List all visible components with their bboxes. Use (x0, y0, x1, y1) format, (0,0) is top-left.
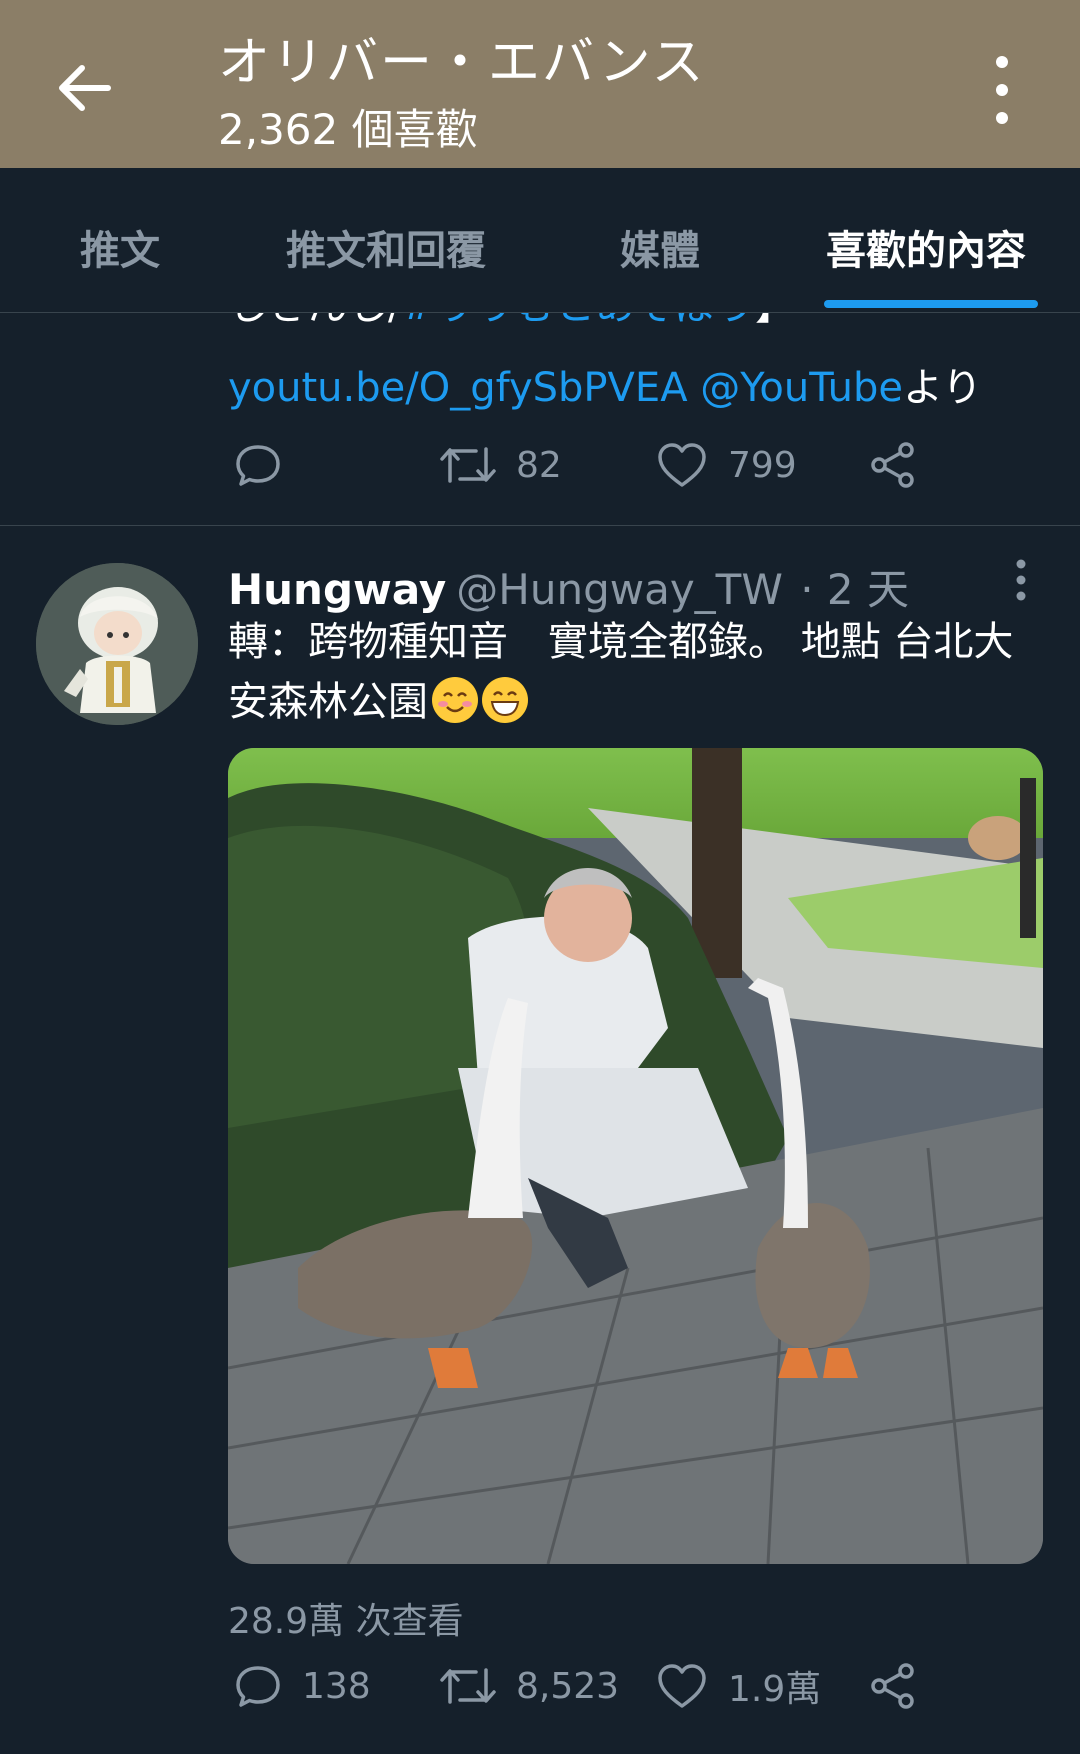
retweet-button[interactable]: 8,523 (440, 1656, 619, 1716)
share-icon (871, 1663, 914, 1709)
tweet-actions: 138 8,523 1.9萬 (228, 1656, 1028, 1716)
reply-icon (236, 1666, 280, 1707)
retweet-button[interactable]: 82 (440, 435, 562, 495)
profile-tabs: 推文 推文和回覆 媒體 喜歡的內容 (0, 168, 1080, 313)
retweet-icon (440, 447, 496, 483)
heart-icon (658, 443, 706, 487)
youtube-url-link[interactable]: youtu.be/O_gfySbPVEA (228, 365, 688, 411)
profile-name: オリバー・エバンス (218, 33, 706, 93)
author-handle[interactable]: @Hungway_TW (456, 565, 783, 614)
reply-count: 138 (302, 1665, 371, 1707)
retweet-count: 8,523 (516, 1665, 620, 1707)
author-name[interactable]: Hungway (228, 565, 446, 614)
smiling-face-emoji-icon (432, 677, 478, 723)
tweet-text-fragment: しさんし/ (228, 313, 401, 329)
tweet-text-suffix: より (902, 365, 983, 411)
tweet-video-media[interactable] (228, 748, 1043, 1564)
tweet-text: youtu.be/O_gfySbPVEA @YouTubeより (228, 355, 982, 413)
reply-icon (236, 445, 280, 486)
likes-count: 2,362 個喜歡 (218, 105, 478, 154)
tweet-divider (0, 525, 1080, 526)
retweet-count: 82 (516, 444, 562, 486)
tweet-card[interactable]: しさんし/#りりむとあそぼう】 youtu.be/O_gfySbPVEA @Yo… (0, 313, 1080, 525)
tweet-more-icon[interactable] (1006, 558, 1036, 602)
active-tab-indicator (824, 300, 1038, 308)
mention-link[interactable]: @YouTube (700, 365, 903, 411)
heart-icon (658, 1664, 706, 1708)
tweet-header: Hungway @Hungway_TW · 2 天 (228, 556, 909, 617)
tweet-text: 轉：跨物種知音 實境全都錄。 地點 台北大安森林公園 (228, 619, 1014, 725)
tweet-body: 轉：跨物種知音 實境全都錄。 地點 台北大安森林公園 (228, 612, 1028, 732)
share-button[interactable] (868, 435, 918, 495)
geese-video-frame-image (228, 748, 1043, 1564)
tweet-time: · 2 天 (800, 565, 909, 614)
tab-media[interactable]: 媒體 (620, 218, 700, 276)
retweet-icon (440, 1668, 496, 1704)
reply-button[interactable] (234, 435, 302, 495)
tab-likes[interactable]: 喜歡的內容 (826, 218, 1026, 276)
tab-tweets-and-replies[interactable]: 推文和回覆 (286, 218, 486, 276)
share-icon (871, 442, 914, 488)
avatar-figure-image (36, 563, 198, 725)
back-arrow-icon[interactable] (52, 56, 116, 120)
share-button[interactable] (868, 1656, 918, 1716)
like-button[interactable]: 799 (656, 435, 797, 495)
more-vertical-icon[interactable] (978, 52, 1026, 128)
tweet-text-cutoff: しさんし/#りりむとあそぼう】 (228, 313, 795, 331)
like-count: 799 (728, 444, 797, 486)
tweet-text-bracket: 】 (755, 313, 795, 329)
view-count: 28.9萬 次查看 (228, 1601, 464, 1642)
like-button[interactable]: 1.9萬 (656, 1656, 821, 1716)
hashtag-link[interactable]: #りりむとあそぼう (401, 313, 755, 329)
avatar[interactable] (36, 563, 198, 725)
profile-header: オリバー・エバンス 2,362 個喜歡 (0, 0, 1080, 168)
tab-tweets[interactable]: 推文 (80, 218, 160, 276)
reply-button[interactable]: 138 (234, 1656, 371, 1716)
like-count: 1.9萬 (728, 1669, 822, 1710)
grinning-face-emoji-icon (482, 677, 528, 723)
tweet-actions: 82 799 (228, 435, 1028, 495)
